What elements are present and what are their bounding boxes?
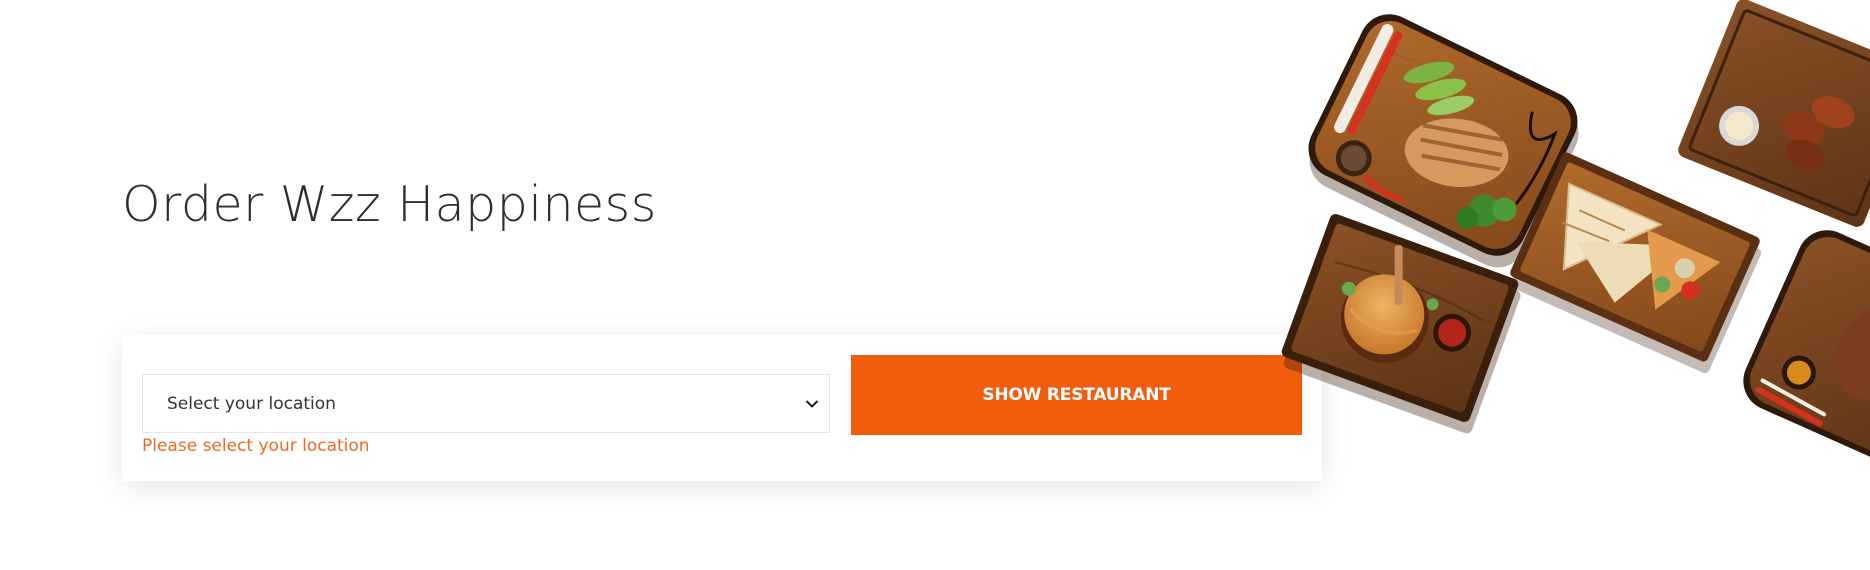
location-select[interactable]: Select your location: [142, 374, 830, 433]
location-select-value: Select your location: [167, 393, 336, 414]
wings-board: [1678, 0, 1870, 227]
location-error-message: Please select your location: [142, 436, 370, 456]
page-title: Order Wzz Happiness: [122, 176, 657, 233]
food-boards-illustration: [1281, 0, 1870, 468]
chevron-down-icon: [806, 400, 818, 407]
show-restaurant-button[interactable]: SHOW RESTAURANT: [851, 355, 1302, 435]
location-search-card: Select your location Please select your …: [122, 335, 1322, 481]
